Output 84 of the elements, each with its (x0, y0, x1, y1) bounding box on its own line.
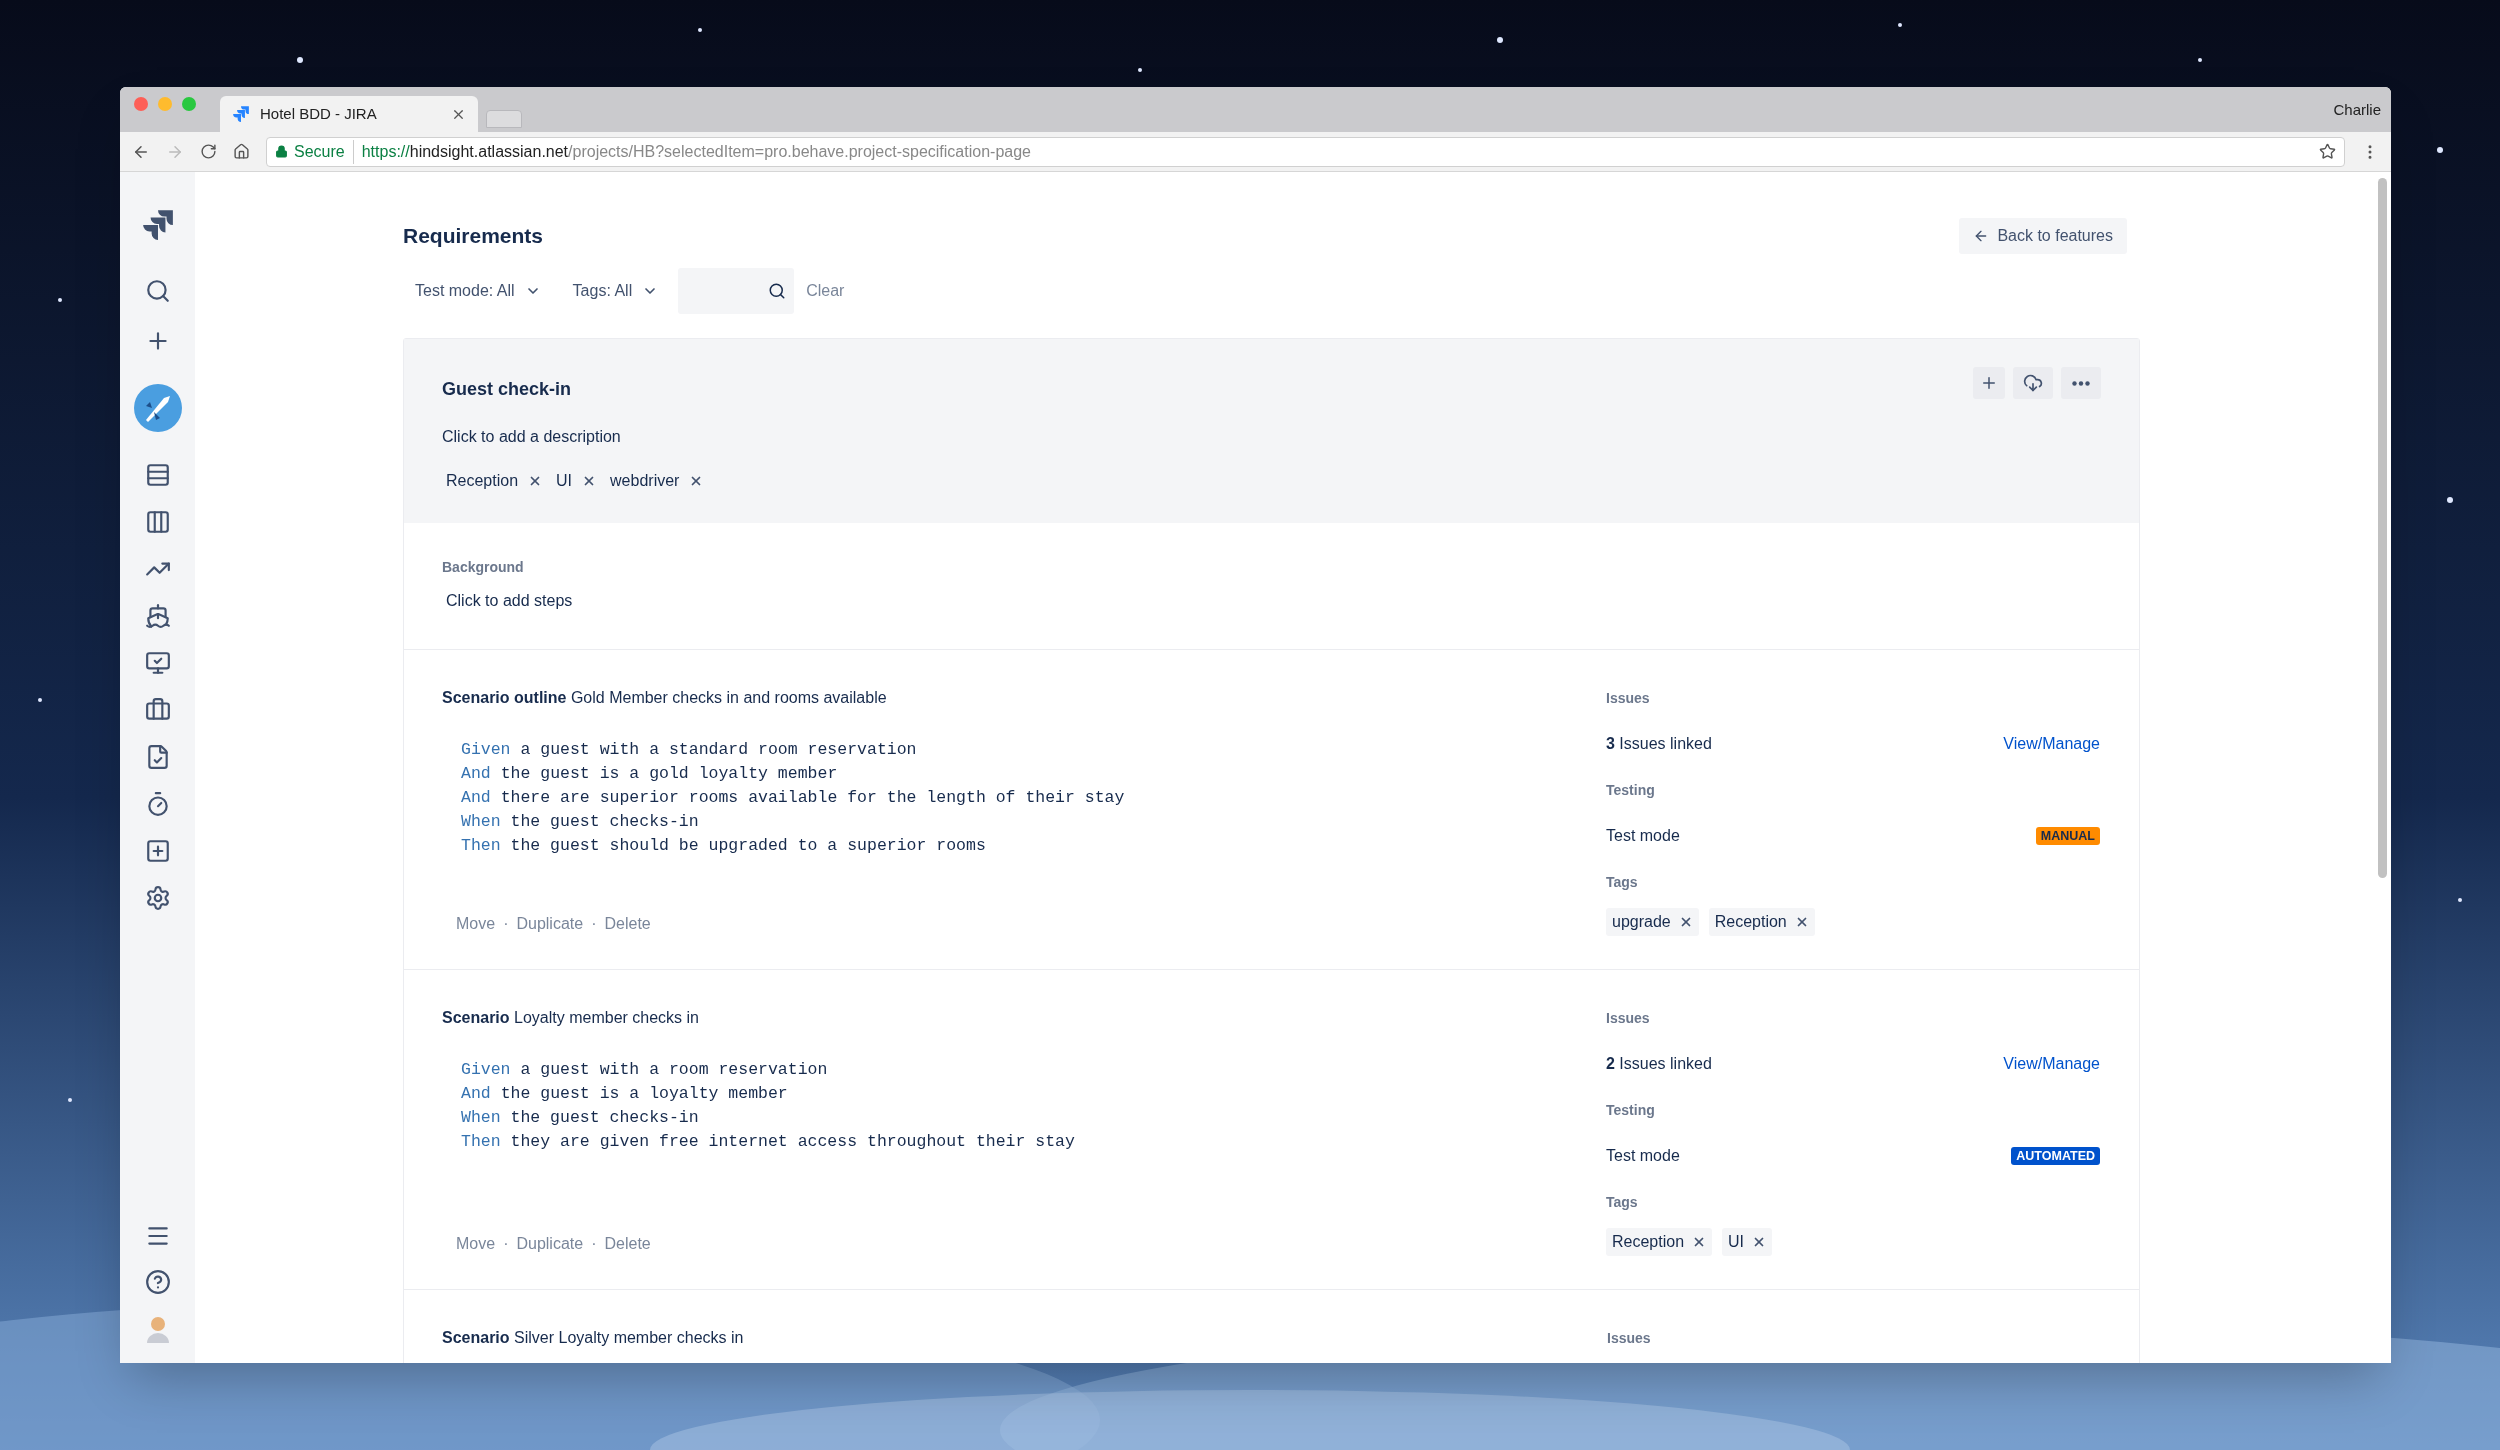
gherkin-step: And the guest is a loyalty member (461, 1082, 1606, 1106)
section-label: Issues (1606, 1009, 1651, 1028)
tab-logo-icon (232, 105, 250, 123)
test-mode-label: Test mode (1606, 826, 1680, 846)
test-mode-badge: MANUAL (2035, 827, 2100, 845)
separator-dot: · (503, 914, 509, 934)
help-icon[interactable] (144, 1269, 171, 1295)
action-link[interactable]: Move (456, 912, 496, 936)
add-button[interactable] (1973, 367, 2005, 399)
cloud-download-icon (2023, 373, 2043, 393)
scenario-title: Scenario outline Gold Member checks in and rooms available (442, 688, 888, 708)
tag-label: webdriver (610, 471, 680, 491)
briefcase-icon[interactable] (144, 697, 171, 723)
more-button[interactable] (2061, 367, 2101, 399)
gherkin-step: When the guest checks-in (461, 1106, 1606, 1130)
filter-dropdown[interactable]: Test mode: All (403, 271, 553, 311)
tag-label: upgrade (1612, 912, 1671, 932)
search-icon[interactable] (144, 278, 171, 304)
add-page-icon[interactable] (144, 838, 171, 864)
address-bar[interactable]: Secure https://hindsight.atlassian.net/projects/HB?selectedItem=pro.behave.project-specification-page (266, 136, 2345, 167)
browser-tab[interactable]: Hotel BDD - JIRA (220, 96, 478, 132)
action-link[interactable]: Duplicate (516, 1232, 584, 1256)
scenario-title: Scenario Silver Loyalty member checks in (442, 1328, 745, 1348)
gherkin-step: Given a guest with a standard room reservation (461, 738, 1606, 762)
back-to-features-button[interactable]: Back to features (1959, 218, 2127, 254)
bookmark-star-icon[interactable] (2319, 143, 2336, 160)
search-icon (768, 282, 787, 300)
lock-icon (275, 145, 288, 158)
action-link[interactable]: Duplicate (516, 912, 584, 936)
gherkin-step: And the guest is a gold loyalty member (461, 762, 1606, 786)
page-title: Requirements (403, 223, 544, 250)
ship-icon[interactable] (144, 603, 171, 629)
tag-label: UI (556, 471, 573, 491)
reload-icon[interactable] (200, 143, 217, 160)
backlog-icon[interactable] (144, 462, 171, 488)
gherkin-step: Then the guest should be upgraded to a superior rooms (461, 834, 1606, 858)
more-icon (2072, 380, 2090, 386)
test-mode-label: Test mode (1606, 1146, 1680, 1166)
clear-link[interactable]: Clear (806, 279, 845, 303)
feature-description: Click to add a description (442, 427, 622, 447)
section-label: Tags (1606, 873, 1639, 892)
feature-title: Guest check-in (442, 378, 572, 401)
gherkin-step: Then they are given free internet access throughout their stay (461, 1130, 1606, 1154)
filter-dropdown[interactable]: Tags: All (560, 271, 671, 311)
tag-label: UI (1728, 1232, 1745, 1252)
logo-icon (140, 208, 175, 242)
action-link[interactable]: Delete (604, 1232, 651, 1256)
scrollbar-thumb[interactable] (2378, 178, 2387, 878)
gherkin-step: And there are superior rooms available for the length of their stay (461, 786, 1606, 810)
issues-linked-count: 2 Issues linked (1606, 1054, 1712, 1074)
separator-dot: · (503, 1234, 509, 1254)
search-field[interactable] (678, 268, 795, 314)
url-text: https://hindsight.atlassian.net/projects/HB?selectedItem=pro.behave.project-specification-page (361, 141, 1031, 162)
action-link[interactable]: Delete (604, 912, 651, 936)
tag-label: Reception (1714, 912, 1787, 932)
project-avatar-icon[interactable] (133, 384, 182, 432)
section-label: Issues (1606, 689, 1651, 708)
tab-title: Hotel BDD - JIRA (260, 103, 378, 124)
separator-dot: · (591, 914, 597, 934)
settings-icon[interactable] (144, 885, 171, 911)
security-label: Secure (294, 139, 354, 164)
section-label: Background (442, 558, 525, 577)
plus-icon (1980, 374, 1998, 392)
scenario-title: Scenario Loyalty member checks in (442, 1008, 700, 1028)
add-steps-field[interactable]: Click to add steps (446, 589, 573, 613)
section-label: Testing (1606, 781, 1656, 800)
section-label: Tags (1606, 1193, 1639, 1212)
board-icon[interactable] (144, 509, 171, 535)
section-label: Testing (1606, 1101, 1656, 1120)
monitor-check-icon[interactable] (144, 650, 171, 676)
view-manage-link[interactable]: View/Manage (2003, 732, 2100, 756)
gherkin-step: Given a guest with a room reservation (461, 1058, 1606, 1082)
test-mode-badge: AUTOMATED (2011, 1147, 2100, 1165)
profile-name[interactable]: Charlie (2333, 99, 2381, 122)
separator-dot: · (591, 1234, 597, 1254)
home-icon[interactable] (233, 143, 250, 160)
tag-label: Reception (1612, 1232, 1685, 1252)
tag-label: Reception (446, 471, 519, 491)
issues-linked-count: 3 Issues linked (1606, 734, 1712, 754)
download-button[interactable] (2013, 367, 2053, 399)
view-manage-link[interactable]: View/Manage (2003, 1052, 2100, 1076)
action-link[interactable]: Move (456, 1232, 496, 1256)
section-label: Issues (1607, 1329, 1652, 1348)
gherkin-step: When the guest checks-in (461, 810, 1606, 834)
